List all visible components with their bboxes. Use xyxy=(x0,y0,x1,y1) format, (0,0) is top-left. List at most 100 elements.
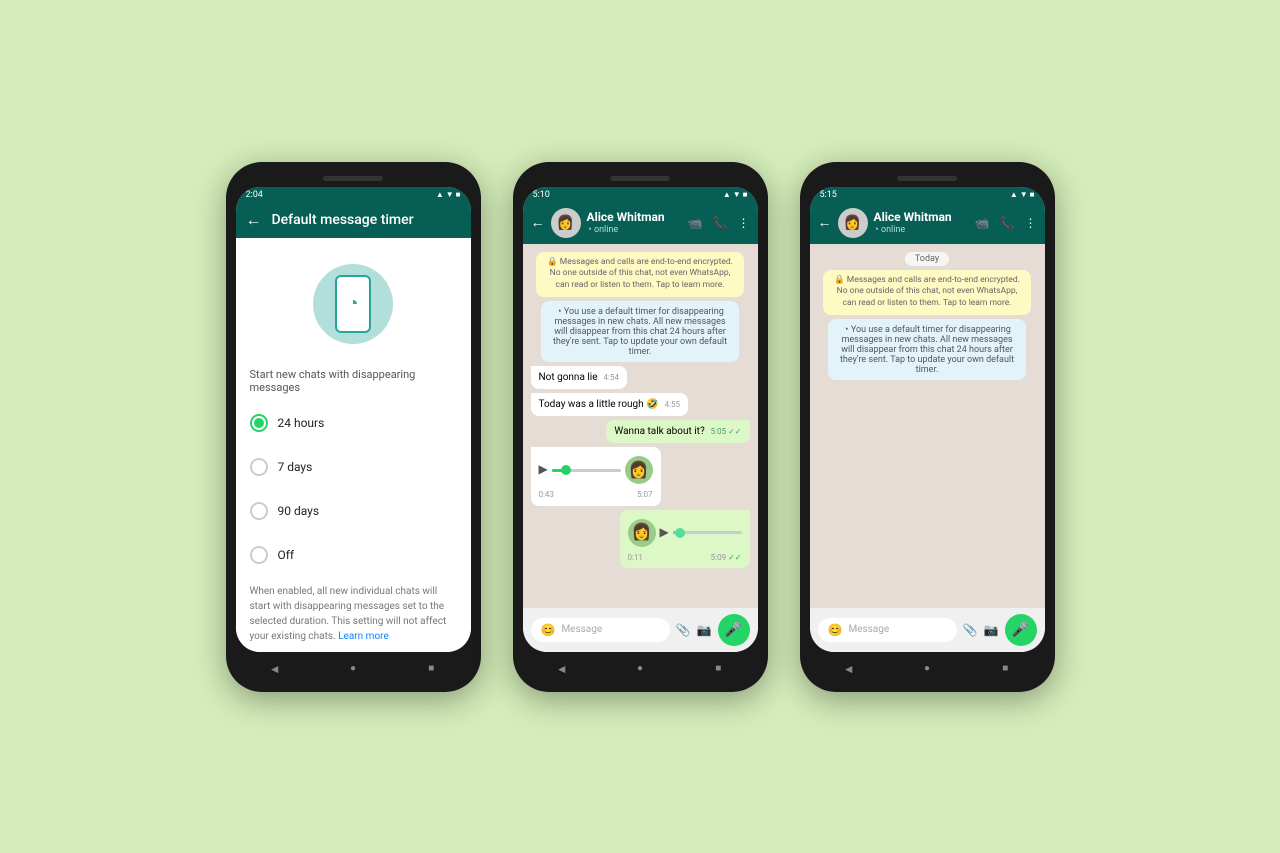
voice-msg-sent: 👩 ▶ 0:11 5:09 ✓✓ xyxy=(620,510,750,568)
menu-icon-2[interactable]: ⋮ xyxy=(738,216,750,230)
learn-more-link[interactable]: Learn more xyxy=(338,631,389,642)
phones-container: 2:04 ▲ ▼ ■ ← Default message timer ◔ xyxy=(186,122,1095,732)
wifi-icon-2: ▼ xyxy=(733,190,741,199)
message-placeholder-2[interactable]: Message xyxy=(561,624,659,635)
camera-icon-3[interactable]: 📷 xyxy=(984,623,999,637)
play-button-sent[interactable]: ▶ xyxy=(660,525,669,541)
msg-time-2: 4:55 xyxy=(665,400,680,410)
settings-subtitle: Start new chats with disappearing messag… xyxy=(250,368,457,394)
radio-label-90d: 90 days xyxy=(278,504,320,518)
mic-button-3[interactable]: 🎤 xyxy=(1005,614,1037,646)
phone-top-bar-2 xyxy=(523,172,758,187)
radio-label-24h: 24 hours xyxy=(278,416,325,430)
battery-icon-3: ■ xyxy=(1030,190,1035,199)
msg-not-gonna-lie: Not gonna lie 4:54 xyxy=(531,366,627,389)
system-msg-3: ◔ You use a default timer for disappeari… xyxy=(828,319,1025,380)
chat-area-3: Today 🔒 Messages and calls are end-to-en… xyxy=(810,244,1045,608)
phone-chat-1: 5:10 ▲ ▼ ■ ← 👩 Alice Whitman ◔ online xyxy=(513,162,768,692)
settings-body: ◔ Start new chats with disappearing mess… xyxy=(236,238,471,652)
contact-status-3: ◔ online xyxy=(874,224,969,235)
nav-recents-1[interactable]: ■ xyxy=(422,660,440,678)
play-button-recv[interactable]: ▶ xyxy=(539,462,548,478)
back-button-1[interactable]: ← xyxy=(246,210,262,230)
chat-area-2: 🔒 Messages and calls are end-to-end encr… xyxy=(523,244,758,608)
nav-recents-3[interactable]: ■ xyxy=(996,660,1014,678)
radio-circle-off[interactable] xyxy=(250,546,268,564)
settings-footer: When enabled, all new individual chats w… xyxy=(250,584,457,644)
radio-circle-90d[interactable] xyxy=(250,502,268,520)
voice-call-icon-3[interactable]: 📞 xyxy=(1000,216,1015,230)
status-bar-2: 5:10 ▲ ▼ ■ xyxy=(523,187,758,202)
phone-screen-2: 5:10 ▲ ▼ ■ ← 👩 Alice Whitman ◔ online xyxy=(523,187,758,652)
status-bar-3: 5:15 ▲ ▼ ■ xyxy=(810,187,1045,202)
status-time-1: 2:04 xyxy=(246,190,263,200)
radio-option-24h[interactable]: 24 hours xyxy=(250,408,457,438)
nav-back-2[interactable]: ◄ xyxy=(553,660,571,678)
radio-option-90d[interactable]: 90 days xyxy=(250,496,457,526)
status-time-2: 5:10 xyxy=(533,190,550,200)
message-input-wrapper-2[interactable]: 😊 Message xyxy=(531,618,670,642)
header-actions-2: 📹 📞 ⋮ xyxy=(688,216,750,230)
msg-wanna-talk: Wanna talk about it? 5:05 ✓✓ xyxy=(606,420,749,443)
header-actions-3: 📹 📞 ⋮ xyxy=(975,216,1037,230)
status-icons-3: ▲ ▼ ■ xyxy=(1010,190,1035,199)
battery-icon-2: ■ xyxy=(743,190,748,199)
phone-screen-3: 5:15 ▲ ▼ ■ ← 👩 Alice Whitman ◔ online xyxy=(810,187,1045,652)
contact-info-3[interactable]: Alice Whitman ◔ online xyxy=(874,210,969,235)
nav-home-1[interactable]: ● xyxy=(344,660,362,678)
mic-button-2[interactable]: 🎤 xyxy=(718,614,750,646)
tick-3: ✓✓ xyxy=(728,427,741,436)
chat-header-3: ← 👩 Alice Whitman ◔ online 📹 📞 ⋮ xyxy=(810,202,1045,244)
status-bar-1: 2:04 ▲ ▼ ■ xyxy=(236,187,471,202)
wave-dot-sent xyxy=(675,528,685,538)
nav-back-1[interactable]: ◄ xyxy=(266,660,284,678)
emoji-icon-2[interactable]: 😊 xyxy=(541,623,556,637)
nav-back-3[interactable]: ◄ xyxy=(840,660,858,678)
back-button-2[interactable]: ← xyxy=(531,214,545,231)
radio-option-7d[interactable]: 7 days xyxy=(250,452,457,482)
voice-time-sent: 5:09 ✓✓ xyxy=(711,553,742,563)
contact-avatar-3: 👩 xyxy=(838,208,868,238)
phone-chat-2: 5:15 ▲ ▼ ■ ← 👩 Alice Whitman ◔ online xyxy=(800,162,1055,692)
nav-home-2[interactable]: ● xyxy=(631,660,649,678)
back-button-3[interactable]: ← xyxy=(818,214,832,231)
contact-info-2[interactable]: Alice Whitman ◔ online xyxy=(587,210,682,235)
nav-home-3[interactable]: ● xyxy=(918,660,936,678)
phone-speaker xyxy=(323,176,383,181)
attachment-icon-2[interactable]: 📎 xyxy=(676,623,691,637)
radio-option-off[interactable]: Off xyxy=(250,540,457,570)
attachment-icon-3[interactable]: 📎 xyxy=(963,623,978,637)
camera-icon-2[interactable]: 📷 xyxy=(697,623,712,637)
msg-time-3: 5:05 ✓✓ xyxy=(711,427,742,437)
status-time-3: 5:15 xyxy=(820,190,837,200)
chat-header-2: ← 👩 Alice Whitman ◔ online 📹 📞 ⋮ xyxy=(523,202,758,244)
status-icons-1: ▲ ▼ ■ xyxy=(436,190,461,199)
menu-icon-3[interactable]: ⋮ xyxy=(1025,216,1037,230)
voice-meta-sent: 0:11 5:09 ✓✓ xyxy=(628,553,742,563)
phone-screen-1: 2:04 ▲ ▼ ■ ← Default message timer ◔ xyxy=(236,187,471,652)
msg-text-2: Today was a little rough 🤣 xyxy=(539,399,659,410)
radio-label-off: Off xyxy=(278,548,295,562)
illustration-circle: ◔ xyxy=(313,264,393,344)
signal-icon-2: ▲ xyxy=(723,190,731,199)
wifi-icon: ▼ xyxy=(446,190,454,199)
wave-bar-sent xyxy=(673,531,742,534)
message-placeholder-3[interactable]: Message xyxy=(848,624,946,635)
message-input-wrapper-3[interactable]: 😊 Message xyxy=(818,618,957,642)
video-call-icon-3[interactable]: 📹 xyxy=(975,216,990,230)
contact-name-2: Alice Whitman xyxy=(587,210,682,224)
system-msg-2: ◔ You use a default timer for disappeari… xyxy=(541,301,738,362)
phone-speaker-2 xyxy=(610,176,670,181)
voice-call-icon[interactable]: 📞 xyxy=(713,216,728,230)
nav-recents-2[interactable]: ■ xyxy=(709,660,727,678)
radio-circle-24h[interactable] xyxy=(250,414,268,432)
radio-inner-24h xyxy=(254,418,264,428)
radio-circle-7d[interactable] xyxy=(250,458,268,476)
contact-avatar-2: 👩 xyxy=(551,208,581,238)
msg-rough: Today was a little rough 🤣 4:55 xyxy=(531,393,689,416)
battery-icon: ■ xyxy=(456,190,461,199)
settings-header: ← Default message timer xyxy=(236,202,471,238)
input-bar-3: 😊 Message 📎 📷 🎤 xyxy=(810,608,1045,652)
emoji-icon-3[interactable]: 😊 xyxy=(828,623,843,637)
video-call-icon[interactable]: 📹 xyxy=(688,216,703,230)
